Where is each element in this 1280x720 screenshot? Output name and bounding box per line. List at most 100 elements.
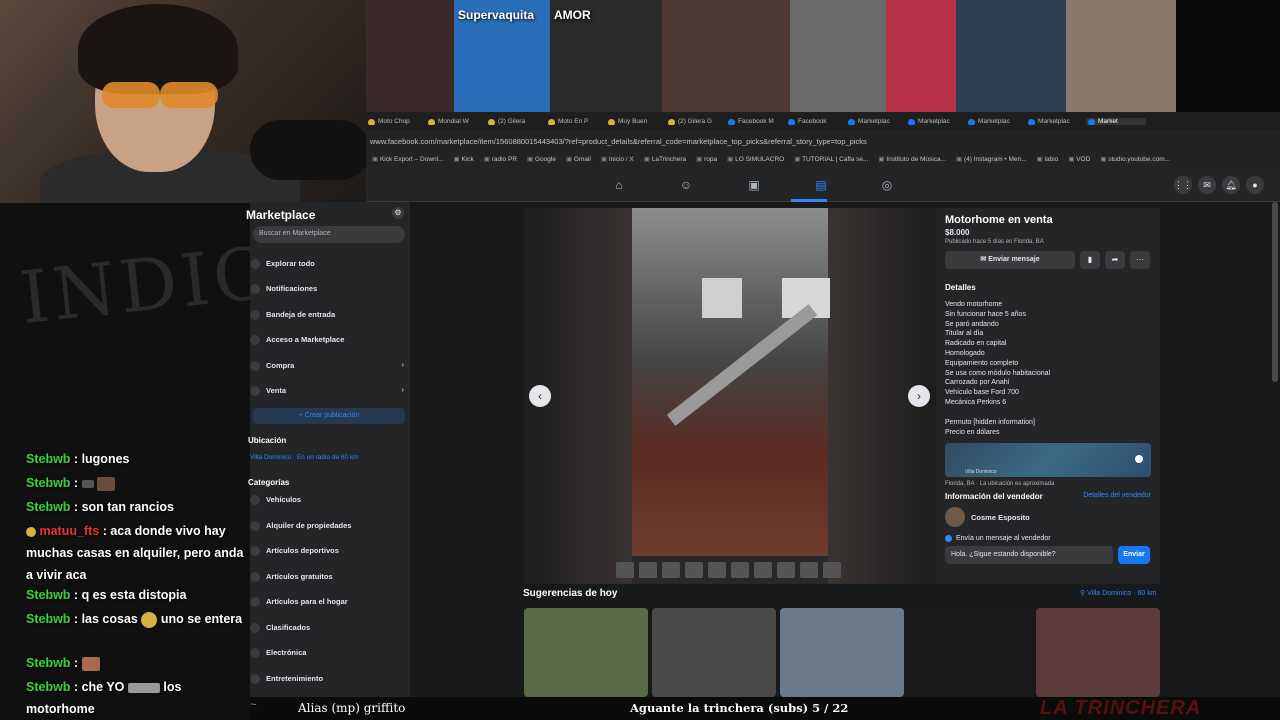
create-listing-button[interactable]: + Crear publicación	[253, 408, 405, 424]
send-message-button[interactable]: ✉ Enviar mensaje	[945, 251, 1075, 269]
scrollbar[interactable]	[1272, 202, 1278, 382]
browser-tab[interactable]: Marketplac	[846, 118, 906, 125]
video-thumbnail[interactable]	[790, 0, 886, 112]
suggestion-card[interactable]	[1036, 608, 1160, 697]
browser-tab[interactable]: (2) Gilera G	[666, 118, 726, 125]
photo-thumbnail[interactable]	[754, 562, 772, 578]
category-item[interactable]: Artículos deportivos	[250, 541, 410, 561]
suggestion-card[interactable]	[908, 608, 1032, 697]
category-item[interactable]: Vehículos	[250, 490, 410, 510]
message-input[interactable]: Hola. ¿Sigue estando disponible?	[945, 546, 1113, 565]
send-seller-toggle[interactable]: Envía un mensaje al vendedor	[945, 535, 1151, 543]
sidebar-item-explore[interactable]: Explorar todo	[250, 254, 410, 274]
send-button[interactable]: Enviar	[1118, 546, 1150, 565]
suggestion-card[interactable]	[524, 608, 648, 697]
browser-tab[interactable]: Market	[1086, 117, 1146, 125]
more-icon[interactable]: ···	[1130, 251, 1150, 269]
bookmark-item[interactable]: Kick	[454, 155, 473, 165]
home-icon[interactable]: ⌂	[612, 178, 626, 192]
photo-thumbnail[interactable]	[616, 562, 634, 578]
bookmark-item[interactable]: Instituto de Música...	[878, 155, 946, 165]
bookmark-item[interactable]: ropa	[696, 155, 717, 165]
seller-name: Cosme Esposito	[971, 512, 1030, 522]
friends-icon[interactable]: ☺	[679, 178, 693, 192]
sidebar-item-notifications[interactable]: Notificaciones	[250, 279, 410, 299]
category-item[interactable]: Entretenimiento	[250, 669, 410, 689]
gear-icon[interactable]: ⚙	[392, 207, 404, 219]
seller-info[interactable]: Cosme Esposito	[945, 507, 1151, 528]
video-thumbnail[interactable]	[662, 0, 790, 112]
browser-tab[interactable]: Facebook M	[726, 118, 786, 125]
bookmark-item[interactable]: TUTORIAL | Cafla se...	[794, 155, 868, 165]
avatar[interactable]: ●	[1246, 176, 1264, 194]
photo-thumbnail[interactable]	[708, 562, 726, 578]
category-item[interactable]: Artículos para el hogar	[250, 592, 410, 612]
bookmark-item[interactable]: radio PR	[484, 155, 517, 165]
photo-thumbnail[interactable]	[685, 562, 703, 578]
photo-thumbnail[interactable]	[800, 562, 818, 578]
category-item[interactable]: Alquiler de propiedades	[250, 516, 410, 536]
category-item[interactable]: Electrónica	[250, 643, 410, 663]
chevron-right-icon[interactable]: ›	[908, 385, 930, 407]
bookmark-item[interactable]: LO SIMULACRO	[727, 155, 784, 165]
video-thumbnail[interactable]	[956, 0, 1066, 112]
info-icon[interactable]	[1135, 455, 1143, 464]
suggestion-card[interactable]	[780, 608, 904, 697]
video-thumbnail[interactable]	[366, 0, 454, 112]
address-bar[interactable]: www.facebook.com/marketplace/item/156088…	[366, 130, 1280, 152]
sidebar-item-access[interactable]: Acceso a Marketplace	[250, 330, 410, 350]
bookmark-item[interactable]: studio.youtube.com...	[1100, 155, 1170, 165]
browser-tab[interactable]: Marketplac	[1026, 118, 1086, 125]
bookmark-item[interactable]: LaTrinchera	[644, 155, 686, 165]
search-input[interactable]: Buscar en Marketplace	[253, 226, 405, 243]
bookmark-item[interactable]: Google	[527, 155, 556, 165]
gaming-icon[interactable]: ◎	[880, 178, 894, 192]
category-item[interactable]: Clasificados	[250, 618, 410, 638]
photo-thumbnail[interactable]	[731, 562, 749, 578]
chevron-left-icon[interactable]: ‹	[529, 385, 551, 407]
browser-tab[interactable]: Facebook	[786, 118, 846, 125]
suggestion-card[interactable]	[652, 608, 776, 697]
bookmark-item[interactable]: labio	[1037, 155, 1059, 165]
browser-tab[interactable]: (2) Gilera	[486, 118, 546, 125]
browser-tab[interactable]: Marketplac	[966, 118, 1026, 125]
bookmark-item[interactable]: Gmail	[566, 155, 591, 165]
browser-tab[interactable]: Mondial W	[426, 118, 486, 125]
chat-text: son tan rancios	[81, 500, 174, 514]
marketplace-icon[interactable]: ▤	[814, 178, 828, 192]
messenger-icon[interactable]: ✉	[1198, 176, 1216, 194]
bookmark-item[interactable]: Inicio / X	[601, 155, 634, 165]
yellow-icon	[668, 118, 675, 125]
photo-thumbnail[interactable]	[639, 562, 657, 578]
seller-details-link[interactable]: Detalles del vendedor	[1083, 492, 1151, 501]
browser-tab[interactable]: Muy Buen	[606, 118, 666, 125]
sidebar-item-buy[interactable]: Compra ›	[250, 356, 410, 376]
video-thumbnail[interactable]	[886, 0, 956, 112]
photo-thumbnail[interactable]	[777, 562, 795, 578]
location-link[interactable]: Villa Dominico · En un radio de 60 km	[250, 454, 359, 461]
sidebar-item-sell[interactable]: Venta ›	[250, 381, 410, 401]
category-item[interactable]: Artículos gratuitos	[250, 567, 410, 587]
suggestions-location[interactable]: ⚲ Villa Dominico · 60 km	[1080, 589, 1157, 597]
share-icon[interactable]: ➦	[1105, 251, 1125, 269]
bookmark-icon[interactable]: ▮	[1080, 251, 1100, 269]
chat-username: matuu_fts	[39, 524, 100, 538]
photo-thumbnail[interactable]	[823, 562, 841, 578]
photo-thumbnail[interactable]	[662, 562, 680, 578]
bookmark-item[interactable]: (4) Instagram • Men...	[956, 155, 1027, 165]
tab-label: Facebook M	[738, 117, 774, 125]
browser-tab[interactable]: Moto En P	[546, 118, 606, 125]
browser-tab[interactable]: Marketplac	[906, 118, 966, 125]
video-thumbnail[interactable]	[1066, 0, 1176, 112]
bookmark-item[interactable]: Kick Export – Downl...	[372, 155, 444, 165]
menu-grid-icon[interactable]: ⋮⋮	[1174, 176, 1192, 194]
chevron-right-icon: ›	[401, 385, 405, 394]
browser-tab[interactable]: Moto Chop	[366, 118, 426, 125]
bookmark-item[interactable]: VOD	[1068, 155, 1090, 165]
video-thumbnail[interactable]: AMOR	[550, 0, 662, 112]
video-icon[interactable]: ▣	[747, 178, 761, 192]
location-map[interactable]: Villa Dominico	[945, 443, 1151, 478]
video-thumbnail[interactable]: Supervaquita	[454, 0, 550, 112]
sidebar-item-inbox[interactable]: Bandeja de entrada	[250, 305, 410, 325]
notifications-icon[interactable]: 🔔︎	[1222, 176, 1240, 194]
